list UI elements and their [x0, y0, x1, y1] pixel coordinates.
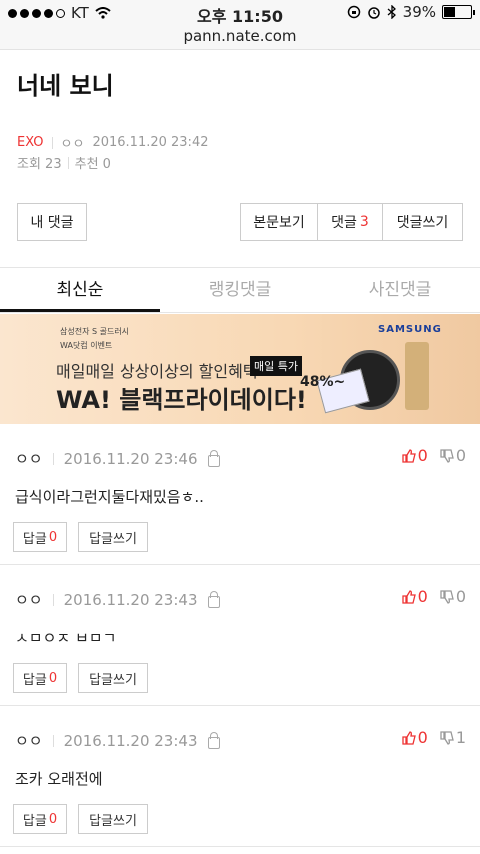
ad-percent: 48%~	[300, 374, 346, 390]
replies-count: 0	[48, 529, 58, 545]
ad-tagline: WA! 블랙프라이데이다!	[56, 386, 307, 414]
ad-banner[interactable]: 삼성전자 S 골드러시 WA닷컴 이벤트 매일매일 상상이상의 할인혜택 WA!…	[0, 314, 480, 424]
ad-badge: 매일 특가	[250, 356, 302, 376]
replies-label: 답글	[22, 531, 47, 547]
post-datetime: 2016.11.20 23:42	[92, 135, 209, 150]
tab-latest[interactable]: 최신순	[0, 268, 160, 312]
view-post-button[interactable]: 본문보기	[240, 203, 318, 241]
divider	[52, 452, 54, 465]
downvote-button[interactable]: 0	[440, 587, 466, 606]
post-recommends: 추천 0	[74, 157, 111, 172]
thumbs-up-icon	[401, 589, 416, 604]
url-bar[interactable]: pann.nate.com	[0, 26, 480, 50]
lock-icon	[207, 590, 220, 608]
post-action-buttons: 본문보기 댓글 3 댓글쓰기	[240, 203, 463, 241]
upvote-button[interactable]: 0	[401, 446, 428, 465]
comment-author: ㅇㅇ	[15, 732, 43, 750]
post-views: 조회 23	[17, 157, 62, 172]
upvote-button[interactable]: 0	[401, 587, 428, 606]
ad-headline: 매일매일 상상이상의 할인혜택	[56, 362, 258, 381]
comment-datetime: 2016.11.20 23:43	[63, 590, 198, 609]
thumbs-down-icon	[440, 448, 454, 463]
my-comments-button[interactable]: 내 댓글	[17, 203, 87, 241]
comment-item: ㅇㅇ 2016.11.20 23:46 0 0 급식이라그런지둘다재밌음ㅎ.. …	[0, 424, 480, 565]
divider	[51, 136, 53, 149]
upvote-count: 0	[417, 587, 428, 606]
comment-text: ㅅㅁㅇㅈ ㅂㅁㄱ	[15, 629, 117, 647]
upvote-count: 0	[417, 728, 428, 747]
comment-datetime: 2016.11.20 23:46	[63, 449, 198, 468]
ad-event: WA닷컴 이벤트	[60, 341, 113, 350]
replies-label: 답글	[22, 813, 47, 829]
comment-datetime: 2016.11.20 23:43	[63, 731, 198, 750]
tab-photo[interactable]: 사진댓글	[320, 268, 480, 312]
upvote-count: 0	[417, 446, 428, 465]
post-title: 너네 보니	[17, 72, 114, 100]
divider	[52, 593, 54, 606]
comment-author: ㅇㅇ	[15, 591, 43, 609]
comment-text: 조카 오래전에	[15, 770, 103, 788]
downvote-count: 0	[455, 587, 466, 606]
downvote-count: 1	[455, 728, 466, 747]
thumbs-up-icon	[401, 730, 416, 745]
comments-count: 3	[359, 214, 369, 230]
replies-button[interactable]: 답글 0	[13, 804, 67, 834]
comments-button[interactable]: 댓글 3	[317, 203, 383, 241]
comment-author: ㅇㅇ	[15, 450, 43, 468]
lock-icon	[207, 449, 220, 467]
tab-ranking[interactable]: 랭킹댓글	[160, 268, 320, 312]
battery-pack-image	[405, 342, 429, 410]
samsung-logo: SAMSUNG	[378, 324, 442, 335]
comment-text: 급식이라그런지둘다재밌음ㅎ..	[15, 488, 204, 506]
upvote-button[interactable]: 0	[401, 728, 428, 747]
divider	[67, 156, 69, 169]
write-reply-button[interactable]: 답글쓰기	[78, 663, 148, 693]
downvote-button[interactable]: 1	[440, 728, 466, 747]
status-bar: KT 오후 11:50 39%	[0, 0, 480, 26]
lock-icon	[207, 731, 220, 749]
write-reply-button[interactable]: 답글쓰기	[78, 804, 148, 834]
replies-count: 0	[48, 811, 58, 827]
post-meta: EXO ㅇㅇ 2016.11.20 23:42	[17, 133, 208, 152]
alarm-icon	[367, 7, 380, 19]
bluetooth-icon	[387, 5, 396, 19]
post-author: ㅇㅇ	[60, 137, 85, 152]
comment-item: ㅇㅇ 2016.11.20 23:43 0 1 조카 오래전에 답글 0 답글쓰기	[0, 706, 480, 847]
comments-label: 댓글	[331, 215, 357, 231]
divider	[52, 734, 54, 747]
thumbs-down-icon	[440, 730, 454, 745]
downvote-count: 0	[455, 446, 466, 465]
write-reply-button[interactable]: 답글쓰기	[78, 522, 148, 552]
rotation-lock-icon	[347, 5, 360, 19]
replies-label: 답글	[22, 672, 47, 688]
post-stats: 조회 23 추천 0	[17, 153, 111, 172]
replies-count: 0	[48, 670, 58, 686]
downvote-button[interactable]: 0	[440, 446, 466, 465]
replies-button[interactable]: 답글 0	[13, 522, 67, 552]
thumbs-down-icon	[440, 589, 454, 604]
thumbs-up-icon	[401, 448, 416, 463]
battery-icon	[442, 5, 475, 19]
ad-brand: 삼성전자 S 골드러시	[60, 327, 130, 336]
write-comment-button[interactable]: 댓글쓰기	[382, 203, 463, 241]
post-category[interactable]: EXO	[17, 135, 44, 150]
battery-percent: 39%	[402, 3, 436, 21]
comment-sort-tabs: 최신순 랭킹댓글 사진댓글	[0, 267, 480, 313]
replies-button[interactable]: 답글 0	[13, 663, 67, 693]
comment-item: ㅇㅇ 2016.11.20 23:43 0 0 ㅅㅁㅇㅈ ㅂㅁㄱ 답글 0 답글쓰…	[0, 565, 480, 706]
